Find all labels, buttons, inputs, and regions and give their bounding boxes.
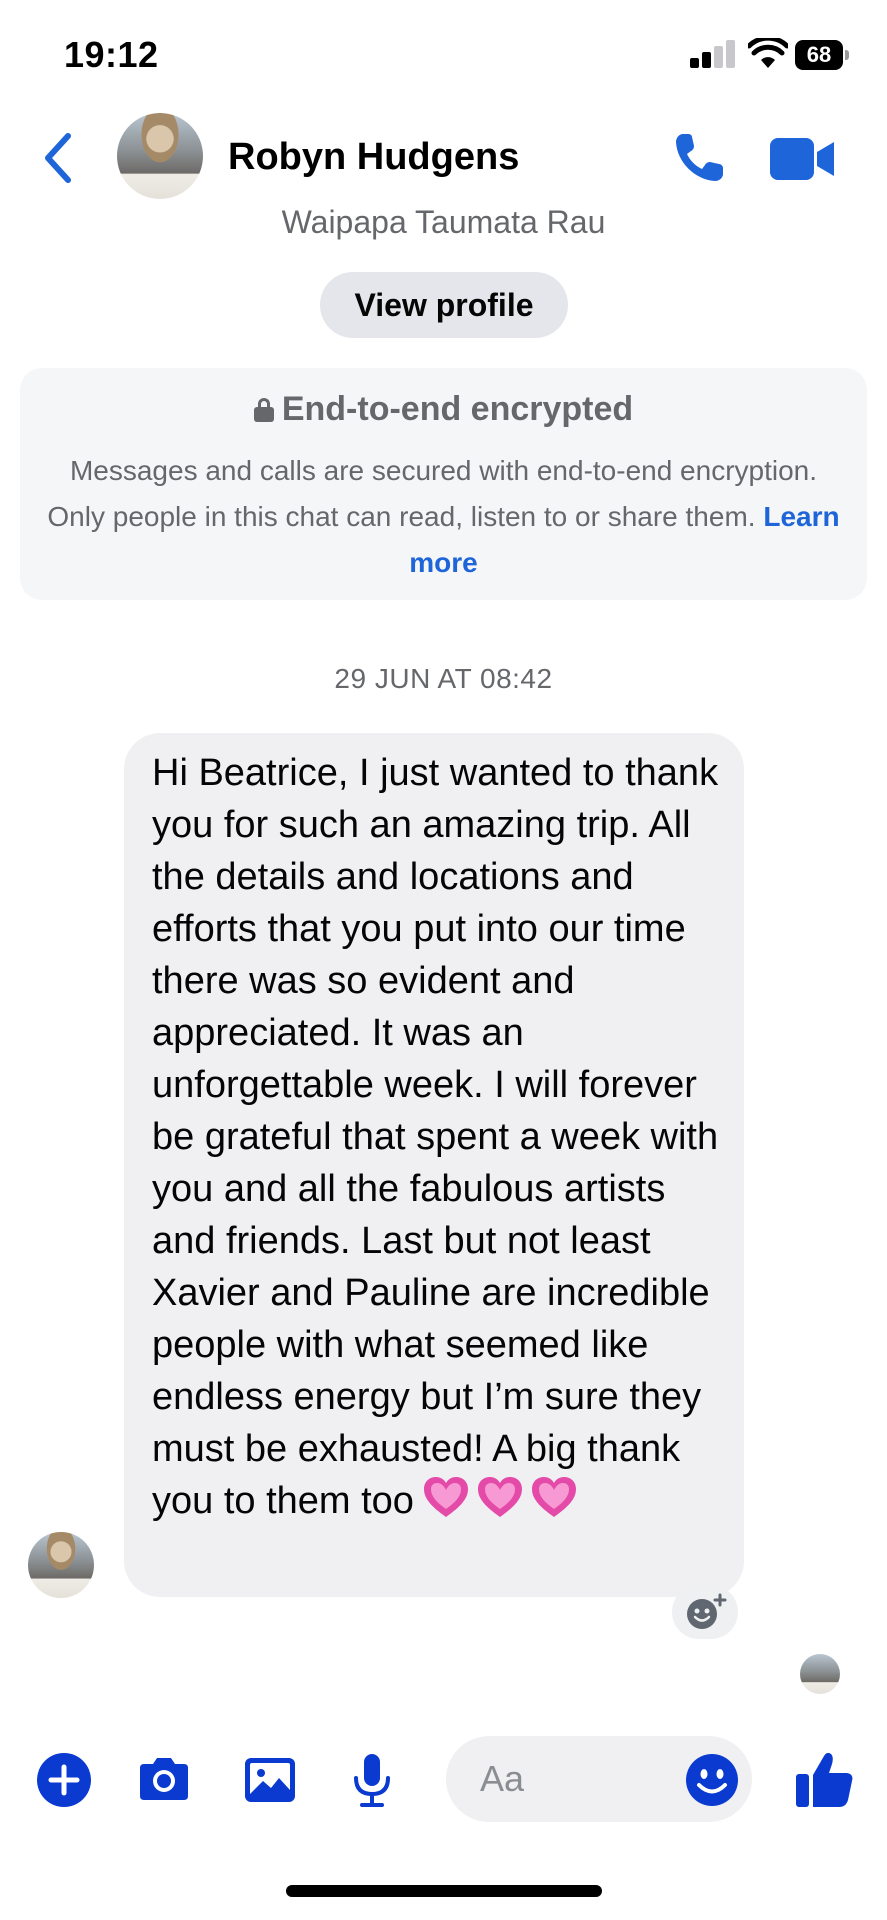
message-timestamp: 29 JUN AT 08:42	[334, 663, 553, 694]
chat-header: Robyn Hudgens	[0, 108, 887, 218]
add-reaction-icon[interactable]	[672, 1585, 738, 1639]
message-input-container	[446, 1736, 752, 1822]
message-text: Hi Beatrice, I just wanted to thank you …	[152, 747, 732, 1533]
phone-icon[interactable]	[673, 130, 727, 184]
thumbs-up-icon[interactable]	[794, 1748, 856, 1810]
encryption-description: Messages and calls are secured with end-…	[40, 448, 847, 586]
message-input[interactable]	[480, 1736, 660, 1822]
read-receipt-avatar	[800, 1654, 840, 1694]
pink-heart-icon	[423, 1477, 468, 1517]
view-profile-button[interactable]: View profile	[320, 272, 568, 338]
contact-avatar[interactable]	[117, 113, 203, 199]
message-body: Hi Beatrice, I just wanted to thank you …	[152, 752, 719, 1522]
wifi-icon	[748, 38, 788, 68]
gallery-icon[interactable]	[240, 1750, 300, 1810]
video-camera-icon[interactable]	[770, 138, 836, 180]
message-bubble[interactable]: Hi Beatrice, I just wanted to thank you …	[124, 733, 744, 1597]
encryption-body-text: Messages and calls are secured with end-…	[47, 455, 818, 532]
home-indicator	[286, 1885, 602, 1897]
heart-emojis	[422, 1475, 584, 1533]
cellular-signal-icon	[690, 40, 736, 68]
pink-heart-icon	[531, 1477, 576, 1517]
message-composer	[0, 1730, 887, 1830]
emoji-icon[interactable]	[684, 1752, 740, 1808]
encryption-notice: End-to-end encrypted Messages and calls …	[20, 368, 867, 600]
contact-subtitle: Waipapa Taumata Rau	[281, 204, 606, 240]
microphone-icon[interactable]	[342, 1750, 402, 1810]
encryption-title: End-to-end encrypted	[20, 390, 867, 429]
contact-name[interactable]: Robyn Hudgens	[228, 136, 519, 179]
back-chevron-icon[interactable]	[38, 130, 78, 186]
add-icon[interactable]	[34, 1750, 94, 1810]
lock-icon	[253, 398, 274, 422]
status-bar: 19:12 68	[0, 0, 887, 108]
camera-icon[interactable]	[134, 1750, 194, 1810]
sender-avatar[interactable]	[28, 1532, 94, 1598]
battery-indicator: 68	[795, 40, 849, 70]
status-time: 19:12	[64, 34, 159, 75]
encryption-title-text: End-to-end encrypted	[281, 390, 634, 428]
pink-heart-icon	[477, 1477, 522, 1517]
battery-percent: 68	[806, 42, 832, 67]
